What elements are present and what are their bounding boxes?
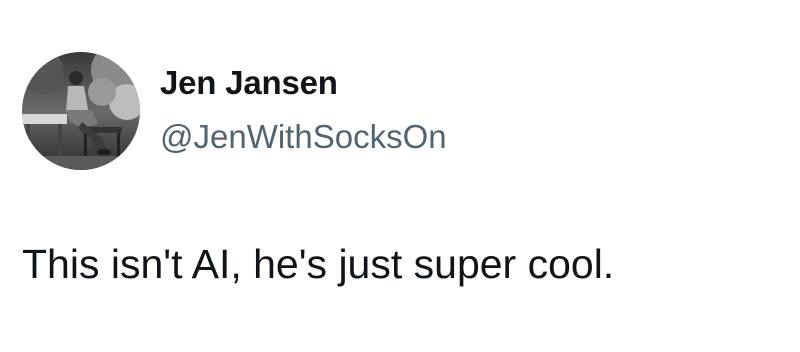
tweet-card: Jen Jansen @JenWithSocksOn This isn't AI… [0, 0, 800, 352]
tweet-text: This isn't AI, he's just super cool. [22, 241, 615, 287]
avatar[interactable] [22, 52, 140, 170]
author-display-name[interactable]: Jen Jansen [160, 66, 338, 99]
profile-photo-icon [22, 52, 140, 170]
author-handle[interactable]: @JenWithSocksOn [160, 120, 447, 153]
